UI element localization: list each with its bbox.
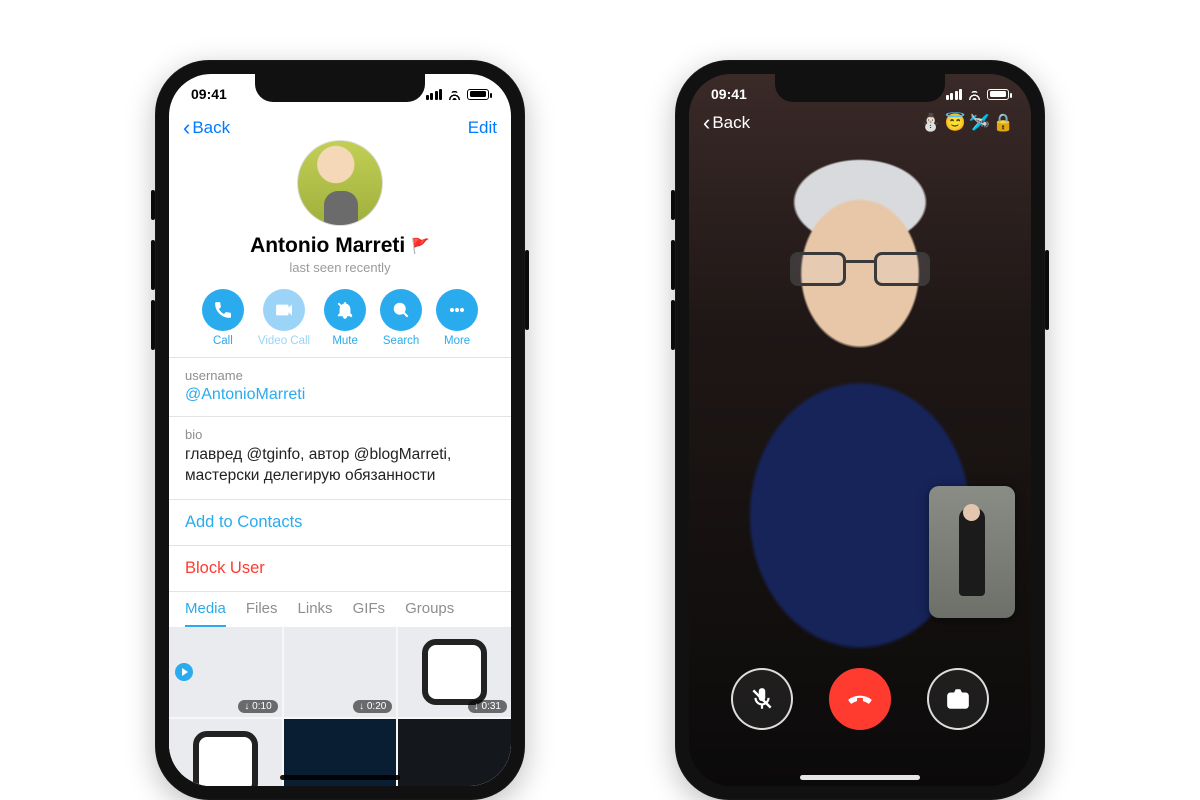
bio-label: bio bbox=[185, 427, 495, 442]
avatar[interactable] bbox=[297, 140, 383, 226]
media-thumb[interactable] bbox=[169, 719, 282, 786]
media-tabs: Media Files Links GIFs Groups bbox=[169, 591, 511, 627]
back-button[interactable]: ‹ Back bbox=[703, 112, 750, 134]
bell-off-icon bbox=[324, 289, 366, 331]
mic-off-icon bbox=[749, 686, 775, 712]
call-button[interactable]: Call bbox=[202, 289, 244, 347]
encryption-emoji: ⛄😇🛩️🔒 bbox=[920, 113, 1017, 133]
notch bbox=[775, 74, 945, 102]
back-label: Back bbox=[192, 118, 230, 138]
chevron-left-icon: ‹ bbox=[703, 112, 710, 134]
tab-files[interactable]: Files bbox=[246, 600, 278, 627]
flip-camera-button[interactable] bbox=[927, 668, 989, 730]
more-button[interactable]: More bbox=[436, 289, 478, 347]
bio-text: главред @tginfo, автор @blogMarreti, мас… bbox=[185, 445, 495, 487]
edit-button[interactable]: Edit bbox=[468, 118, 497, 138]
add-to-contacts-button[interactable]: Add to Contacts bbox=[169, 499, 511, 545]
cell-signal-icon bbox=[426, 89, 443, 100]
action-row: Call Video Call Mute bbox=[169, 289, 511, 347]
call-controls bbox=[689, 668, 1031, 730]
media-duration: ↓ 0:31 bbox=[468, 700, 507, 713]
contact-name: Antonio Marreti 🚩 bbox=[250, 234, 430, 258]
status-time: 09:41 bbox=[711, 86, 747, 102]
battery-icon bbox=[987, 89, 1009, 100]
chevron-left-icon: ‹ bbox=[183, 117, 190, 139]
media-thumb[interactable]: ↓ 0:31 bbox=[398, 627, 511, 717]
self-video-pip[interactable] bbox=[929, 486, 1015, 618]
phone-icon bbox=[202, 289, 244, 331]
tab-media[interactable]: Media bbox=[185, 600, 226, 627]
search-button[interactable]: Search bbox=[380, 289, 422, 347]
home-indicator[interactable] bbox=[280, 775, 400, 780]
name-emoji: 🚩 bbox=[411, 237, 430, 255]
wifi-icon bbox=[967, 88, 982, 100]
flip-camera-icon bbox=[945, 686, 971, 712]
block-user-button[interactable]: Block User bbox=[169, 545, 511, 591]
back-label: Back bbox=[712, 113, 750, 133]
username-link[interactable]: @AntonioMarreti bbox=[185, 386, 495, 404]
media-duration: ↓ 0:20 bbox=[353, 700, 392, 713]
media-duration: ↓ 0:10 bbox=[238, 700, 277, 713]
mute-mic-button[interactable] bbox=[731, 668, 793, 730]
cell-signal-icon bbox=[946, 89, 963, 100]
play-icon bbox=[175, 663, 193, 681]
wifi-icon bbox=[447, 88, 462, 100]
last-seen: last seen recently bbox=[289, 260, 390, 275]
video-icon bbox=[263, 289, 305, 331]
tab-groups[interactable]: Groups bbox=[405, 600, 454, 627]
more-icon bbox=[436, 289, 478, 331]
media-thumb[interactable] bbox=[398, 719, 511, 786]
media-thumb[interactable]: ↓ 0:10 bbox=[169, 627, 282, 717]
tab-gifs[interactable]: GIFs bbox=[353, 600, 386, 627]
phone-profile: 09:41 ‹ Back Edit Antonio Marreti � bbox=[155, 60, 525, 800]
notch bbox=[255, 74, 425, 102]
bio-section: bio главред @tginfo, автор @blogMarreti,… bbox=[169, 416, 511, 499]
glasses-graphic bbox=[790, 252, 930, 288]
back-button[interactable]: ‹ Back bbox=[183, 117, 230, 139]
battery-icon bbox=[467, 89, 489, 100]
video-call-button[interactable]: Video Call bbox=[258, 289, 310, 347]
tab-links[interactable]: Links bbox=[298, 600, 333, 627]
mute-button[interactable]: Mute bbox=[324, 289, 366, 347]
username-label: username bbox=[185, 368, 495, 383]
username-section: username @AntonioMarreti bbox=[169, 357, 511, 416]
media-grid: ↓ 0:10 ↓ 0:20 ↓ 0:31 bbox=[169, 627, 511, 786]
home-indicator[interactable] bbox=[800, 775, 920, 780]
media-thumb[interactable]: ↓ 0:20 bbox=[284, 627, 397, 717]
hangup-icon bbox=[847, 686, 873, 712]
phone-videocall: 09:41 ‹ Back ⛄😇🛩️🔒 bbox=[675, 60, 1045, 800]
status-time: 09:41 bbox=[191, 86, 227, 102]
end-call-button[interactable] bbox=[829, 668, 891, 730]
search-icon bbox=[380, 289, 422, 331]
